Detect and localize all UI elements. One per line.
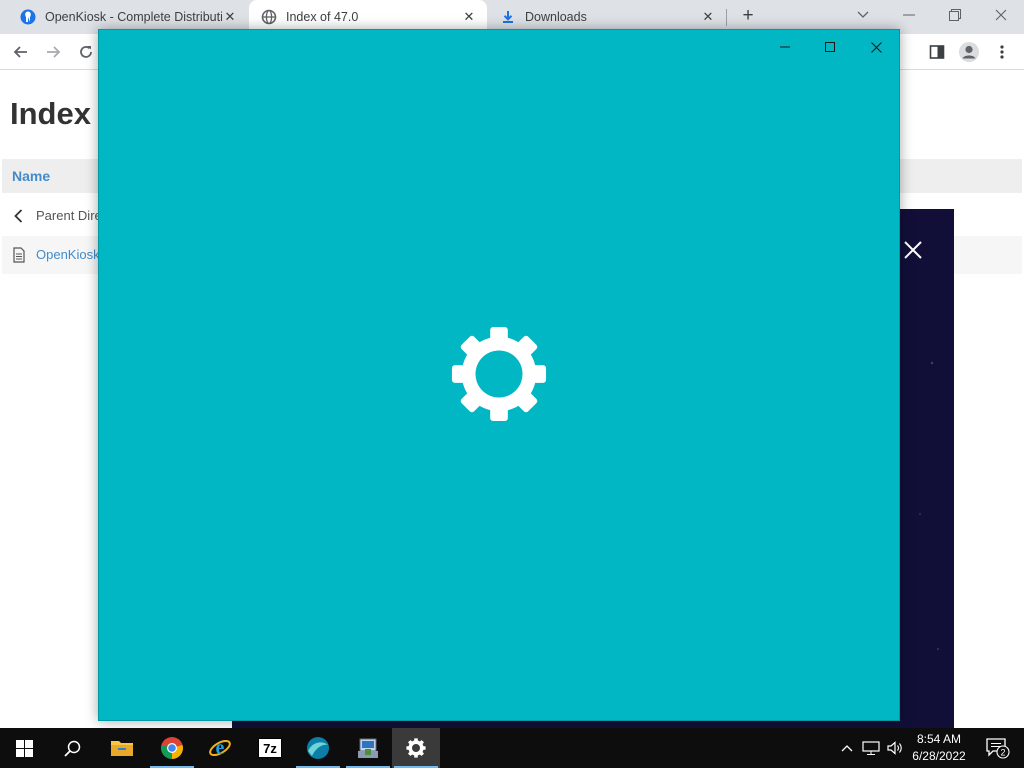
installer-icon — [358, 738, 378, 758]
clock-date: 6/28/2022 — [912, 749, 966, 763]
parent-directory-link[interactable]: Parent Dire — [36, 208, 102, 223]
side-panel-button[interactable] — [924, 39, 950, 65]
internet-explorer-button[interactable]: e — [196, 728, 244, 768]
download-icon — [500, 9, 516, 25]
openkiosk-icon — [20, 9, 36, 25]
notification-count: 2 — [1000, 748, 1005, 758]
side-panel-icon — [929, 45, 945, 59]
taskbar-clock[interactable]: 8:54 AM 6/28/2022 — [906, 731, 972, 765]
splash-close-button[interactable] — [861, 34, 891, 60]
tab-separator — [726, 9, 727, 26]
chevron-left-icon — [14, 209, 23, 223]
action-center-button[interactable]: 2 — [978, 728, 1018, 768]
7zip-button[interactable]: 7z — [246, 728, 294, 768]
gear-icon — [451, 326, 547, 422]
kebab-menu-icon — [1000, 45, 1004, 59]
settings-icon — [406, 738, 426, 758]
openkiosk-icon — [307, 737, 329, 759]
file-explorer-icon — [111, 741, 133, 756]
file-link[interactable]: OpenKiosk — [36, 247, 100, 262]
7zip-label: 7z — [263, 741, 277, 756]
close-window-button[interactable] — [978, 0, 1024, 30]
clock-time: 8:54 AM — [916, 732, 962, 746]
globe-icon — [261, 9, 277, 25]
network-button[interactable] — [860, 728, 882, 768]
internet-explorer-icon: e — [209, 737, 231, 759]
restore-button[interactable] — [932, 0, 978, 30]
search-icon — [63, 740, 80, 757]
openkiosk-button[interactable] — [294, 728, 342, 768]
show-hidden-icons-button[interactable] — [838, 728, 856, 768]
installer-button[interactable] — [344, 728, 392, 768]
start-icon — [15, 739, 33, 757]
tab-search-button[interactable] — [840, 0, 886, 30]
settings-button[interactable] — [392, 728, 440, 768]
7zip-icon: 7z — [258, 738, 282, 758]
close-icon[interactable]: ✕ — [700, 9, 716, 25]
close-icon[interactable]: ✕ — [461, 9, 477, 25]
arrow-left-icon — [13, 46, 27, 58]
profile-button[interactable] — [956, 39, 982, 65]
avatar-icon — [959, 42, 979, 62]
chrome-icon — [161, 737, 183, 759]
chevron-up-icon — [841, 745, 853, 752]
tab-title: Downloads — [525, 10, 587, 24]
column-header-name[interactable]: Name — [12, 168, 50, 184]
installer-close-icon[interactable] — [903, 240, 923, 260]
taskbar: e 7z 8:54 AM 6/28/2022 2 — [0, 728, 1024, 768]
menu-button[interactable] — [989, 39, 1015, 65]
chrome-button[interactable] — [148, 728, 196, 768]
document-icon — [13, 247, 25, 263]
desktop-screen: OpenKiosk - Complete Distributi ✕ Index … — [0, 0, 1024, 768]
minimize-button[interactable] — [886, 0, 932, 30]
tab-title: OpenKiosk - Complete Distributi — [45, 10, 222, 24]
close-icon[interactable]: ✕ — [222, 9, 238, 25]
search-button[interactable] — [48, 728, 96, 768]
splash-minimize-button[interactable] — [770, 34, 800, 60]
network-icon — [862, 741, 880, 755]
page-title: Index — [10, 96, 91, 131]
new-tab-button[interactable]: + — [737, 5, 759, 27]
notification-icon: 2 — [986, 738, 1010, 759]
volume-icon — [887, 741, 902, 755]
start-button[interactable] — [0, 728, 48, 768]
back-button[interactable] — [8, 39, 34, 65]
arrow-right-icon — [47, 46, 61, 58]
svg-text:e: e — [216, 737, 225, 759]
splash-maximize-button[interactable] — [815, 34, 845, 60]
chevron-down-icon — [857, 11, 869, 18]
volume-button[interactable] — [884, 728, 906, 768]
tab-title: Index of 47.0 — [286, 10, 359, 24]
forward-button[interactable] — [40, 39, 66, 65]
reload-icon — [80, 46, 92, 58]
reload-button[interactable] — [73, 39, 99, 65]
file-explorer-button[interactable] — [98, 728, 146, 768]
